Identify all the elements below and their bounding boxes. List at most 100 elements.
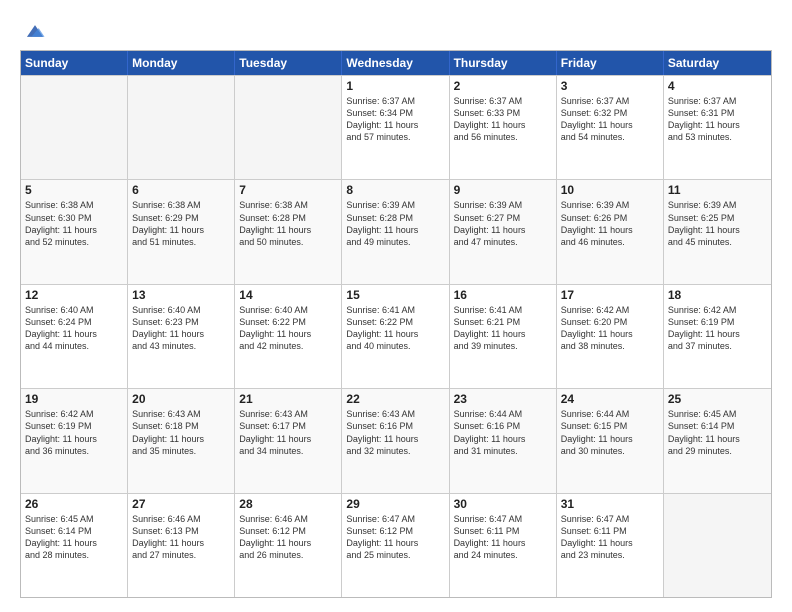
cell-line: and 26 minutes. bbox=[239, 549, 337, 561]
cell-line: Sunset: 6:19 PM bbox=[668, 316, 767, 328]
header-day-friday: Friday bbox=[557, 51, 664, 75]
cell-line: and 39 minutes. bbox=[454, 340, 552, 352]
logo bbox=[20, 18, 46, 42]
day-number: 11 bbox=[668, 183, 767, 197]
day-number: 7 bbox=[239, 183, 337, 197]
day-number: 30 bbox=[454, 497, 552, 511]
cell-line: Sunrise: 6:47 AM bbox=[454, 513, 552, 525]
cell-line: Sunset: 6:32 PM bbox=[561, 107, 659, 119]
cell-line: Sunrise: 6:43 AM bbox=[346, 408, 444, 420]
cal-cell: 30Sunrise: 6:47 AMSunset: 6:11 PMDayligh… bbox=[450, 494, 557, 597]
cell-line: and 23 minutes. bbox=[561, 549, 659, 561]
cal-cell: 31Sunrise: 6:47 AMSunset: 6:11 PMDayligh… bbox=[557, 494, 664, 597]
cell-line: and 54 minutes. bbox=[561, 131, 659, 143]
cal-cell: 12Sunrise: 6:40 AMSunset: 6:24 PMDayligh… bbox=[21, 285, 128, 388]
cell-line: Sunset: 6:19 PM bbox=[25, 420, 123, 432]
cell-line: Daylight: 11 hours bbox=[668, 328, 767, 340]
day-number: 20 bbox=[132, 392, 230, 406]
cell-line: Sunset: 6:28 PM bbox=[239, 212, 337, 224]
cell-line: Daylight: 11 hours bbox=[454, 433, 552, 445]
cell-line: and 43 minutes. bbox=[132, 340, 230, 352]
cell-line: Sunset: 6:21 PM bbox=[454, 316, 552, 328]
cal-cell: 25Sunrise: 6:45 AMSunset: 6:14 PMDayligh… bbox=[664, 389, 771, 492]
header-day-wednesday: Wednesday bbox=[342, 51, 449, 75]
day-number: 26 bbox=[25, 497, 123, 511]
cell-line: Sunrise: 6:46 AM bbox=[239, 513, 337, 525]
day-number: 3 bbox=[561, 79, 659, 93]
cell-line: and 44 minutes. bbox=[25, 340, 123, 352]
cell-line: Sunrise: 6:47 AM bbox=[346, 513, 444, 525]
calendar-header-row: SundayMondayTuesdayWednesdayThursdayFrid… bbox=[21, 51, 771, 75]
cell-line: Sunrise: 6:45 AM bbox=[668, 408, 767, 420]
cell-line: and 28 minutes. bbox=[25, 549, 123, 561]
cal-cell: 17Sunrise: 6:42 AMSunset: 6:20 PMDayligh… bbox=[557, 285, 664, 388]
cell-line: Daylight: 11 hours bbox=[561, 537, 659, 549]
cell-line: Daylight: 11 hours bbox=[25, 433, 123, 445]
day-number: 29 bbox=[346, 497, 444, 511]
cell-line: and 30 minutes. bbox=[561, 445, 659, 457]
cell-line: Daylight: 11 hours bbox=[346, 119, 444, 131]
cell-line: Sunrise: 6:39 AM bbox=[561, 199, 659, 211]
cal-cell: 9Sunrise: 6:39 AMSunset: 6:27 PMDaylight… bbox=[450, 180, 557, 283]
cell-line: and 52 minutes. bbox=[25, 236, 123, 248]
cell-line: Daylight: 11 hours bbox=[239, 224, 337, 236]
day-number: 23 bbox=[454, 392, 552, 406]
cell-line: Daylight: 11 hours bbox=[668, 119, 767, 131]
cell-line: and 27 minutes. bbox=[132, 549, 230, 561]
cell-line: Daylight: 11 hours bbox=[132, 537, 230, 549]
cell-line: Sunset: 6:33 PM bbox=[454, 107, 552, 119]
cal-cell: 3Sunrise: 6:37 AMSunset: 6:32 PMDaylight… bbox=[557, 76, 664, 179]
cell-line: and 37 minutes. bbox=[668, 340, 767, 352]
cal-cell: 20Sunrise: 6:43 AMSunset: 6:18 PMDayligh… bbox=[128, 389, 235, 492]
cell-line: Sunset: 6:30 PM bbox=[25, 212, 123, 224]
cell-line: Sunset: 6:18 PM bbox=[132, 420, 230, 432]
cell-line: Sunset: 6:17 PM bbox=[239, 420, 337, 432]
cell-line: Sunset: 6:28 PM bbox=[346, 212, 444, 224]
cal-cell: 22Sunrise: 6:43 AMSunset: 6:16 PMDayligh… bbox=[342, 389, 449, 492]
cell-line: and 42 minutes. bbox=[239, 340, 337, 352]
cell-line: Sunset: 6:15 PM bbox=[561, 420, 659, 432]
cell-line: Sunrise: 6:37 AM bbox=[668, 95, 767, 107]
cell-line: Daylight: 11 hours bbox=[239, 433, 337, 445]
cell-line: Daylight: 11 hours bbox=[132, 328, 230, 340]
cell-line: and 45 minutes. bbox=[668, 236, 767, 248]
cell-line: Sunset: 6:12 PM bbox=[239, 525, 337, 537]
day-number: 6 bbox=[132, 183, 230, 197]
cell-line: Sunrise: 6:37 AM bbox=[454, 95, 552, 107]
day-number: 31 bbox=[561, 497, 659, 511]
cell-line: and 53 minutes. bbox=[668, 131, 767, 143]
cal-cell: 24Sunrise: 6:44 AMSunset: 6:15 PMDayligh… bbox=[557, 389, 664, 492]
cell-line: Daylight: 11 hours bbox=[132, 224, 230, 236]
header-day-saturday: Saturday bbox=[664, 51, 771, 75]
day-number: 8 bbox=[346, 183, 444, 197]
cell-line: Sunrise: 6:39 AM bbox=[454, 199, 552, 211]
cell-line: Daylight: 11 hours bbox=[132, 433, 230, 445]
cal-cell: 6Sunrise: 6:38 AMSunset: 6:29 PMDaylight… bbox=[128, 180, 235, 283]
day-number: 12 bbox=[25, 288, 123, 302]
cell-line: and 31 minutes. bbox=[454, 445, 552, 457]
cell-line: Daylight: 11 hours bbox=[454, 119, 552, 131]
cell-line: Sunset: 6:23 PM bbox=[132, 316, 230, 328]
cell-line: Daylight: 11 hours bbox=[561, 224, 659, 236]
header-day-monday: Monday bbox=[128, 51, 235, 75]
cal-cell bbox=[664, 494, 771, 597]
cal-cell bbox=[128, 76, 235, 179]
cell-line: Sunrise: 6:45 AM bbox=[25, 513, 123, 525]
day-number: 22 bbox=[346, 392, 444, 406]
cal-cell: 8Sunrise: 6:39 AMSunset: 6:28 PMDaylight… bbox=[342, 180, 449, 283]
cell-line: Sunrise: 6:38 AM bbox=[132, 199, 230, 211]
cal-cell: 28Sunrise: 6:46 AMSunset: 6:12 PMDayligh… bbox=[235, 494, 342, 597]
cal-cell: 18 Sunrise: 6:42 AMSunset: 6:19 PMDayligh… bbox=[664, 285, 771, 388]
cell-line: Sunset: 6:11 PM bbox=[561, 525, 659, 537]
cal-cell: 13Sunrise: 6:40 AMSunset: 6:23 PMDayligh… bbox=[128, 285, 235, 388]
cell-line: Daylight: 11 hours bbox=[668, 433, 767, 445]
cell-line: and 47 minutes. bbox=[454, 236, 552, 248]
header-day-sunday: Sunday bbox=[21, 51, 128, 75]
cell-line: Sunrise: 6:40 AM bbox=[25, 304, 123, 316]
cell-line: Daylight: 11 hours bbox=[346, 328, 444, 340]
cell-line: Sunrise: 6:46 AM bbox=[132, 513, 230, 525]
day-number: 18 bbox=[668, 288, 767, 302]
cell-line: Sunset: 6:22 PM bbox=[239, 316, 337, 328]
cell-line: Sunrise: 6:42 AM bbox=[668, 304, 767, 316]
cell-line: Sunrise: 6:40 AM bbox=[132, 304, 230, 316]
